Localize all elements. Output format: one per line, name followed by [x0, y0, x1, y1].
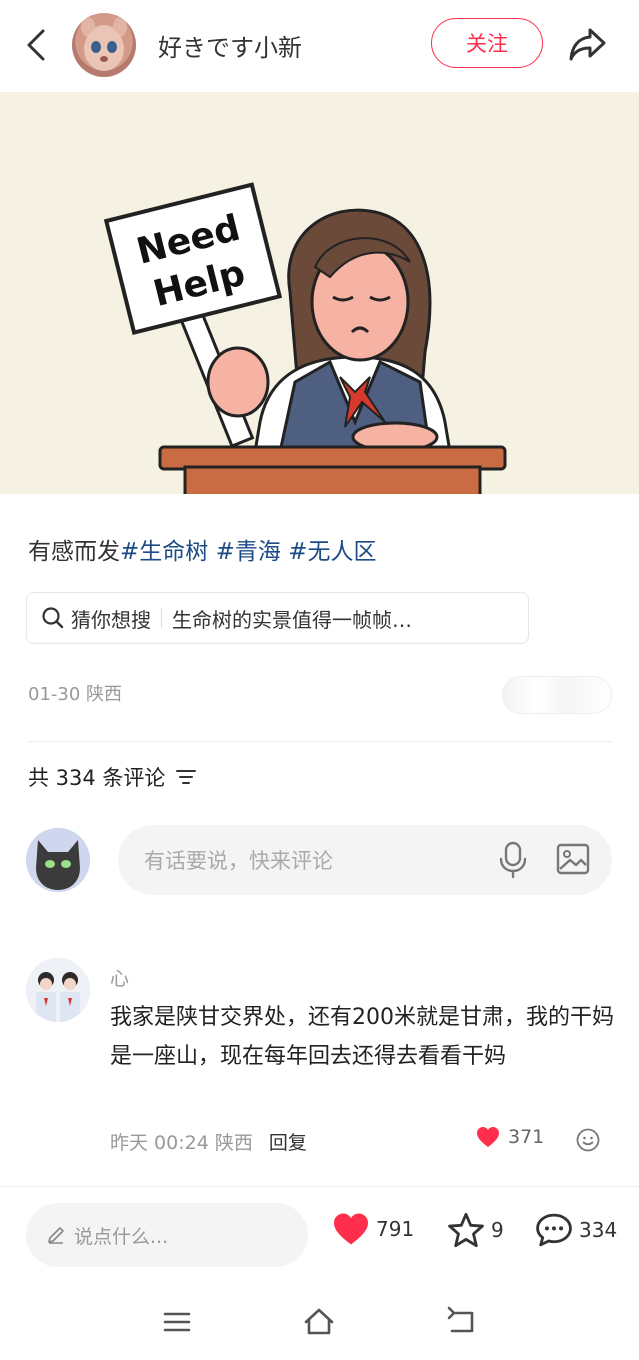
hashtag-wurenqu[interactable]: #无人区 [288, 539, 376, 565]
hashtag-qinghai[interactable]: #青海 [216, 539, 281, 565]
reply-button[interactable]: 回复 [269, 1128, 307, 1155]
follow-button[interactable]: 关注 [431, 18, 543, 68]
heart-icon [334, 1213, 368, 1245]
comment-text: 我家是陕甘交界处，还有200米就是甘肃，我的干妈是一座山，现在每年回去还得去看看… [110, 1005, 614, 1069]
post-caption: 有感而发#生命树 #青海 #无人区 [28, 532, 376, 566]
post-meta: 01-30 陕西 [28, 680, 122, 706]
post-image[interactable]: Need Help [0, 92, 639, 494]
comment-meta: 昨天 00:24 陕西 回复 [110, 1128, 307, 1155]
hashtag-shengmingshu[interactable]: #生命树 [120, 539, 208, 565]
divider [28, 741, 612, 742]
comment-like-button[interactable]: 371 [476, 1126, 544, 1148]
favorite-button[interactable]: 9 [447, 1212, 504, 1248]
back-icon[interactable] [22, 27, 50, 63]
back-nav-icon[interactable] [444, 1305, 478, 1339]
comment-like-count: 371 [508, 1126, 545, 1148]
top-bar: 好きです小新 [0, 0, 639, 90]
home-icon[interactable] [302, 1305, 336, 1339]
comment-count: 共 334 条评论 [28, 762, 197, 792]
search-suggestion[interactable]: 猜你想搜 生命树的实景值得一帧帧… [26, 592, 529, 644]
say-something-input[interactable]: 说点什么... [26, 1203, 308, 1267]
comment-bubble-icon [536, 1213, 572, 1247]
sort-icon[interactable] [175, 767, 197, 787]
comment-location: 陕西 [214, 1132, 253, 1154]
post-date: 01-30 [28, 684, 81, 705]
blurred-pill [502, 676, 612, 714]
emoji-icon[interactable] [576, 1128, 600, 1152]
share-icon[interactable] [566, 22, 610, 66]
caption-text: 有感而发 [28, 539, 120, 565]
microphone-icon[interactable] [497, 840, 529, 880]
suggest-query: 生命树的实景值得一帧帧… [172, 607, 412, 632]
search-icon [42, 607, 64, 629]
comment-time: 昨天 00:24 [110, 1132, 209, 1154]
my-avatar [26, 828, 90, 892]
post-location: 陕西 [86, 684, 123, 705]
pencil-icon [48, 1227, 64, 1244]
favorite-count: 9 [491, 1218, 504, 1242]
star-icon [448, 1212, 484, 1248]
author-name[interactable]: 好きです小新 [158, 28, 302, 63]
divider [161, 608, 162, 628]
say-placeholder: 说点什么... [74, 1225, 169, 1248]
menu-icon[interactable] [160, 1305, 194, 1339]
like-button[interactable]: 791 [332, 1212, 414, 1246]
commenter-avatar[interactable] [26, 958, 90, 1022]
suggest-label: 猜你想搜 [71, 607, 151, 632]
heart-icon [477, 1127, 499, 1147]
comment-count-label: 共 334 条评论 [28, 766, 166, 790]
comment-button[interactable]: 334 [535, 1212, 617, 1248]
comment-count-bottom: 334 [579, 1218, 618, 1242]
comment-input[interactable]: 有话要说，快来评论 [118, 825, 612, 895]
author-avatar[interactable] [72, 13, 136, 77]
commenter-name[interactable]: 心 [110, 964, 129, 991]
image-icon[interactable] [555, 841, 591, 877]
like-count: 791 [376, 1217, 415, 1241]
